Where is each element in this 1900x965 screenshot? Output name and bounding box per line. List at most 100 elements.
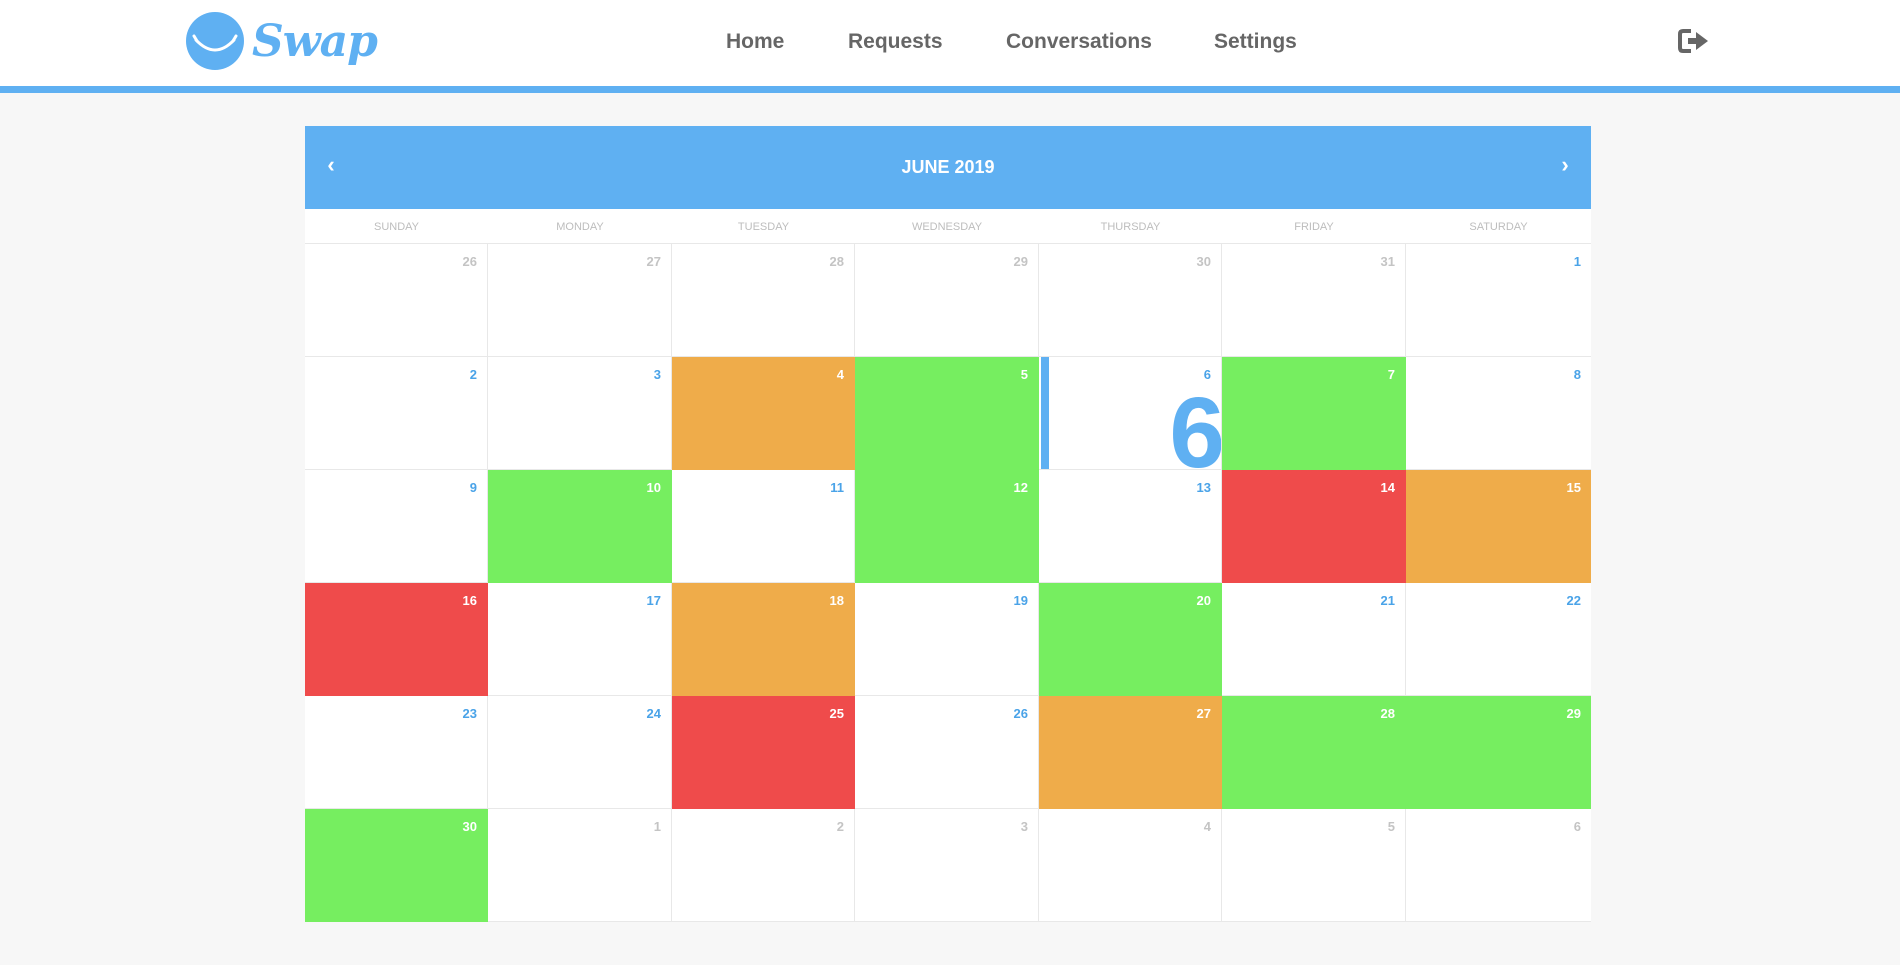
day-number: 25 — [829, 706, 844, 721]
weekday-monday: MONDAY — [556, 221, 604, 233]
weekday-friday: FRIDAY — [1294, 221, 1334, 233]
calendar-day-cell[interactable]: 26 — [305, 244, 488, 357]
day-number: 18 — [829, 593, 844, 608]
day-number: 10 — [646, 480, 661, 495]
day-number: 12 — [1013, 480, 1028, 495]
calendar-day-cell[interactable]: 31 — [1222, 244, 1406, 357]
calendar-day-cell[interactable]: 4 — [1039, 809, 1222, 922]
calendar-day-cell[interactable]: 6 — [1406, 809, 1591, 922]
day-number: 2 — [469, 367, 477, 382]
day-number: 29 — [1566, 706, 1581, 721]
calendar-day-cell[interactable]: 30 — [305, 809, 488, 922]
calendar-week-row: 26 27 28 29 30 31 1 — [305, 244, 1591, 357]
calendar-day-cell[interactable]: 2 — [672, 809, 855, 922]
day-number: 28 — [829, 254, 844, 269]
day-number: 11 — [830, 480, 844, 495]
chevron-right-icon[interactable]: › — [1555, 152, 1575, 178]
day-number: 2 — [836, 819, 844, 834]
calendar-day-cell[interactable]: 5 — [1222, 809, 1406, 922]
calendar-day-cell[interactable]: 22 — [1406, 583, 1591, 696]
calendar-week-row: 30 1 2 3 4 5 6 — [305, 809, 1591, 922]
day-number: 4 — [1203, 819, 1211, 834]
nav-requests[interactable]: Requests — [848, 30, 943, 54]
calendar-day-cell[interactable]: 30 — [1039, 244, 1222, 357]
day-number: 30 — [462, 819, 477, 834]
calendar-day-today[interactable]: 66 — [1039, 357, 1222, 470]
day-number: 6 — [1573, 819, 1581, 834]
day-number: 4 — [836, 367, 844, 382]
calendar-day-cell[interactable]: 20 — [1039, 583, 1222, 696]
calendar-day-cell[interactable]: 16 — [305, 583, 488, 696]
calendar-day-cell[interactable]: 8 — [1406, 357, 1591, 470]
calendar-day-cell[interactable]: 2 — [305, 357, 488, 470]
day-number: 24 — [646, 706, 661, 721]
nav-conversations[interactable]: Conversations — [1006, 30, 1152, 54]
calendar-day-cell[interactable]: 28 — [1222, 696, 1406, 809]
calendar-day-cell[interactable]: 18 — [672, 583, 855, 696]
day-number: 1 — [653, 819, 661, 834]
calendar-week-row: 16 17 18 19 20 21 22 — [305, 583, 1591, 696]
calendar-day-cell[interactable]: 3 — [855, 809, 1039, 922]
calendar-day-cell[interactable]: 26 — [855, 696, 1039, 809]
calendar-day-cell[interactable]: 3 — [488, 357, 672, 470]
day-number: 21 — [1380, 593, 1395, 608]
calendar: ‹ JUNE 2019 › SUNDAY MONDAY TUESDAY WEDNESD… — [305, 126, 1591, 922]
calendar-day-cell[interactable]: 11 — [672, 470, 855, 583]
calendar-day-cell[interactable]: 23 — [305, 696, 488, 809]
nav-settings[interactable]: Settings — [1214, 30, 1297, 54]
calendar-day-cell[interactable]: 15 — [1406, 470, 1591, 583]
calendar-day-cell[interactable]: 27 — [488, 244, 672, 357]
calendar-week-row: 23 24 25 26 27 28 29 — [305, 696, 1591, 809]
top-navbar: Swap Home Requests Conversations Setting… — [0, 0, 1900, 93]
weekday-sunday: SUNDAY — [373, 221, 420, 233]
day-number: 7 — [1387, 367, 1395, 382]
weekday-saturday: SATURDAY — [1469, 221, 1528, 233]
day-number: 9 — [469, 480, 477, 495]
calendar-day-cell[interactable]: 12 — [855, 470, 1039, 583]
calendar-day-cell[interactable]: 17 — [488, 583, 672, 696]
day-number: 3 — [1020, 819, 1028, 834]
calendar-day-cell[interactable]: 5 — [855, 357, 1039, 470]
day-number: 14 — [1380, 480, 1395, 495]
calendar-day-cell[interactable]: 1 — [1406, 244, 1591, 357]
calendar-day-cell[interactable]: 14 — [1222, 470, 1406, 583]
day-number: 22 — [1566, 593, 1581, 608]
calendar-day-cell[interactable]: 25 — [672, 696, 855, 809]
calendar-day-cell[interactable]: 29 — [855, 244, 1039, 357]
calendar-day-cell[interactable]: 4 — [672, 357, 855, 470]
day-number: 3 — [653, 367, 661, 382]
day-number: 13 — [1196, 480, 1211, 495]
today-big-number: 6 — [1169, 377, 1222, 470]
calendar-week-row: 2 3 4 5 66 7 8 — [305, 357, 1591, 470]
nav-home[interactable]: Home — [726, 30, 784, 54]
calendar-grid: 26 27 28 29 30 31 1 2 3 4 5 6 6 7 8 9 10 11 12 13 14 15 16 17 18… — [305, 244, 1591, 922]
day-number: 27 — [646, 254, 661, 269]
day-number: 1 — [1573, 254, 1581, 269]
main-nav: Home Requests Conversations Settings — [0, 30, 1900, 60]
day-number: 19 — [1013, 593, 1028, 608]
calendar-day-cell[interactable]: 9 — [305, 470, 488, 583]
calendar-day-cell[interactable]: 21 — [1222, 583, 1406, 696]
weekday-tuesday: TUESDAY — [737, 221, 790, 233]
day-number: 5 — [1387, 819, 1395, 834]
day-number: 28 — [1380, 706, 1395, 721]
calendar-day-cell[interactable]: 19 — [855, 583, 1039, 696]
calendar-day-cell[interactable]: 13 — [1039, 470, 1222, 583]
today-indicator — [1041, 357, 1049, 469]
weekday-thursday: THURSDAY — [1100, 221, 1161, 233]
day-number: 29 — [1013, 254, 1028, 269]
calendar-day-cell[interactable]: 10 — [488, 470, 672, 583]
day-number: 27 — [1196, 706, 1211, 721]
calendar-day-cell[interactable]: 1 — [488, 809, 672, 922]
sign-out-icon[interactable] — [1677, 27, 1711, 57]
calendar-day-cell[interactable]: 29 — [1406, 696, 1591, 809]
calendar-day-cell[interactable]: 27 — [1039, 696, 1222, 809]
calendar-day-cell[interactable]: 24 — [488, 696, 672, 809]
day-number: 16 — [462, 593, 477, 608]
calendar-day-cell[interactable]: 7 — [1222, 357, 1406, 470]
day-number: 15 — [1566, 480, 1581, 495]
day-number: 8 — [1573, 367, 1581, 382]
calendar-header: ‹ JUNE 2019 › — [305, 126, 1591, 209]
weekday-header-row: SUNDAY MONDAY TUESDAY WEDNESDAY THURSDAY FRID… — [305, 209, 1591, 244]
calendar-day-cell[interactable]: 28 — [672, 244, 855, 357]
